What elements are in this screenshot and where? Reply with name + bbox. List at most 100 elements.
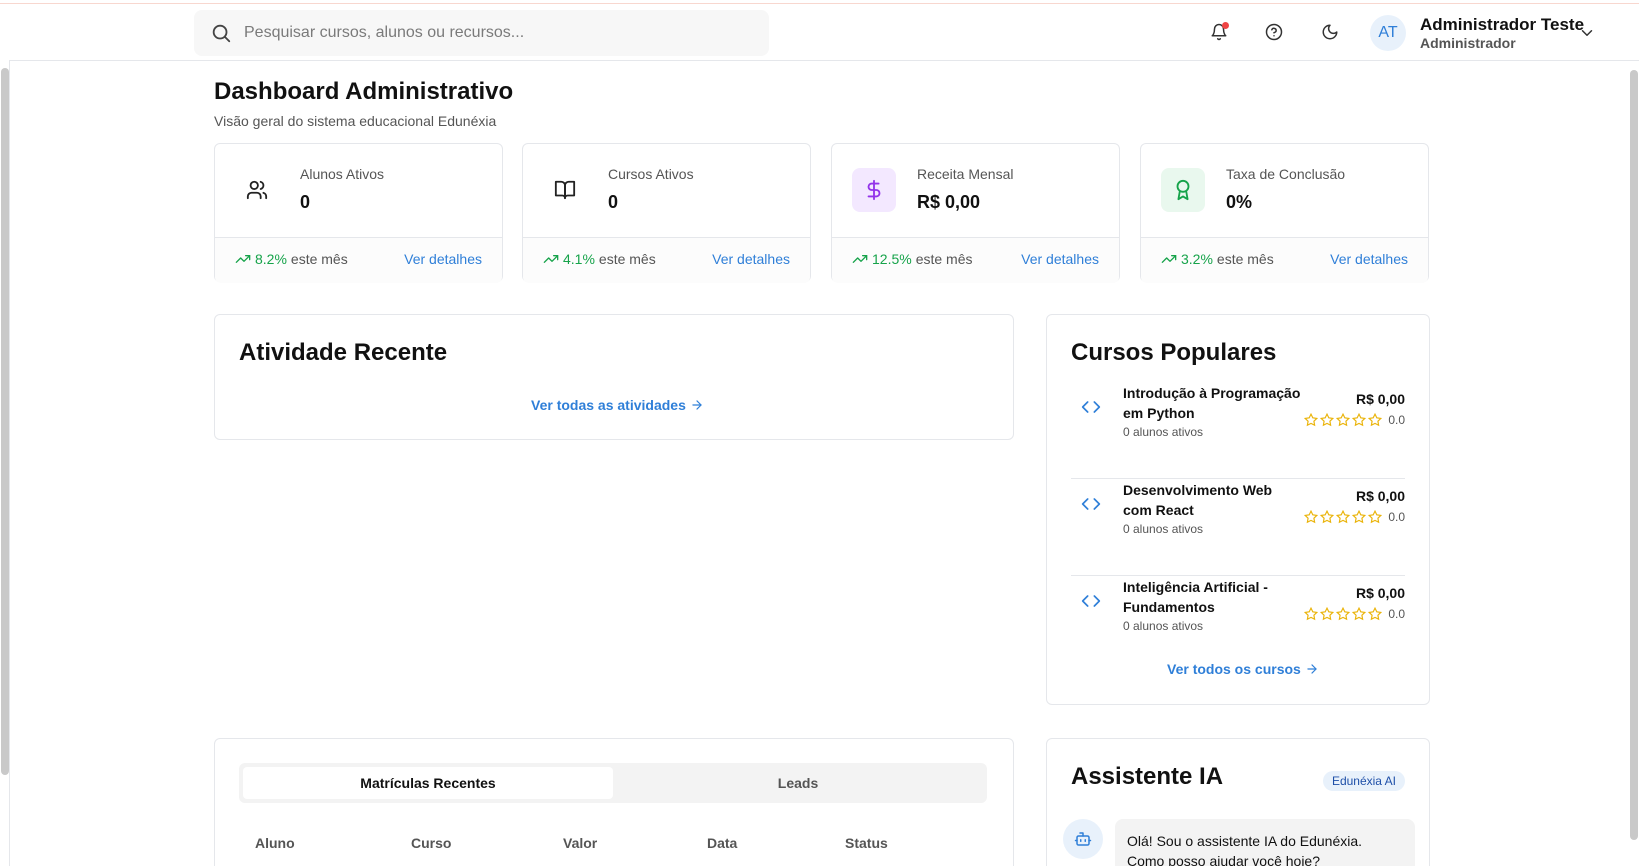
tab-leads[interactable]: Leads: [613, 767, 983, 799]
notification-badge: [1222, 22, 1229, 29]
stat-footer: 8.2% este mês Ver detalhes: [215, 237, 502, 283]
star-icon: [1336, 607, 1351, 621]
trend-percent: 4.1%: [563, 251, 595, 267]
stat-card-courses: Cursos Ativos 0 4.1% este mês Ver detalh…: [522, 143, 811, 283]
course-item[interactable]: Inteligência Artificial - Fundamentos 0 …: [1071, 577, 1405, 673]
left-scrollbar[interactable]: [1, 68, 9, 775]
stat-icon-container: [543, 168, 587, 212]
code-icon: [1081, 498, 1101, 510]
course-item[interactable]: Introdução à Programação em Python 0 alu…: [1071, 383, 1405, 479]
star-icon: [1336, 413, 1351, 427]
code-icon: [1081, 595, 1101, 607]
star-icon: [1304, 413, 1319, 427]
column-header-student[interactable]: Aluno: [255, 835, 295, 851]
search-bar[interactable]: [194, 10, 769, 56]
popular-courses-title: Cursos Populares: [1071, 339, 1277, 366]
stat-card-students: Alunos Ativos 0 8.2% este mês Ver detalh…: [214, 143, 503, 283]
star-icon: [1368, 607, 1383, 621]
stat-footer: 12.5% este mês Ver detalhes: [832, 237, 1119, 283]
trend-suffix: este mês: [598, 251, 656, 267]
course-rating: 0.0: [1304, 607, 1405, 621]
award-icon: [1176, 179, 1190, 201]
trend-percent: 8.2%: [255, 251, 287, 267]
course-rating: 0.0: [1304, 413, 1405, 427]
star-icon: [1368, 413, 1383, 427]
help-circle-icon: [1265, 23, 1283, 41]
star-icon: [1320, 510, 1335, 524]
trend-indicator: 4.1% este mês: [543, 251, 656, 267]
assistant-message: Olá! Sou o assistente IA do Edunéxia. Co…: [1115, 819, 1415, 866]
trending-up-icon: [235, 255, 251, 263]
course-price: R$ 0,00: [1355, 391, 1405, 407]
theme-toggle-button[interactable]: [1318, 20, 1342, 44]
trend-percent: 3.2%: [1181, 251, 1213, 267]
course-price: R$ 0,00: [1355, 585, 1405, 601]
star-icon: [1352, 510, 1367, 524]
dollar-icon: [867, 179, 881, 201]
course-students: 0 alunos ativos: [1123, 619, 1204, 633]
trend-indicator: 3.2% este mês: [1161, 251, 1274, 267]
page-title: Dashboard Administrativo: [214, 78, 514, 105]
column-header-status[interactable]: Status: [845, 835, 888, 851]
course-students: 0 alunos ativos: [1123, 425, 1204, 439]
course-name: Inteligência Artificial - Fundamentos: [1123, 579, 1268, 615]
arrow-right-icon: [1307, 664, 1317, 674]
column-header-value[interactable]: Valor: [563, 835, 597, 851]
trend-suffix: este mês: [290, 251, 348, 267]
ai-badge: Edunéxia AI: [1322, 771, 1405, 791]
trend-percent: 12.5%: [872, 251, 912, 267]
view-all-courses-link[interactable]: Ver todos os cursos: [1167, 661, 1319, 677]
moon-icon: [1322, 24, 1338, 40]
stat-label: Cursos Ativos: [608, 166, 694, 182]
stat-footer: 3.2% este mês Ver detalhes: [1141, 237, 1428, 283]
course-name: Desenvolvimento Web com React: [1123, 482, 1273, 518]
right-scrollbar[interactable]: [1630, 70, 1638, 840]
stat-icon-container: [235, 168, 279, 212]
trending-up-icon: [852, 255, 868, 263]
user-role: Administrador: [1420, 35, 1516, 51]
trending-up-icon: [543, 255, 559, 263]
popular-courses-card: Cursos Populares Introdução à Programaçã…: [1046, 314, 1430, 705]
users-icon: [246, 180, 268, 200]
view-details-link[interactable]: Ver detalhes: [1330, 251, 1408, 267]
top-border: [0, 0, 1639, 4]
stat-icon-container: [1161, 168, 1205, 212]
course-rating: 0.0: [1304, 510, 1405, 524]
view-details-link[interactable]: Ver detalhes: [404, 251, 482, 267]
stat-value: 0%: [1226, 192, 1253, 212]
tab-recent-enrollments[interactable]: Matrículas Recentes: [243, 767, 613, 799]
recent-activity-title: Atividade Recente: [239, 339, 448, 366]
help-button[interactable]: [1262, 20, 1286, 44]
stat-card-completion: Taxa de Conclusão 0% 3.2% este mês Ver d…: [1140, 143, 1429, 283]
search-input[interactable]: [244, 24, 744, 42]
avatar[interactable]: AT: [1370, 15, 1406, 51]
course-name: Introdução à Programação em Python: [1123, 385, 1301, 421]
view-details-link[interactable]: Ver detalhes: [712, 251, 790, 267]
star-icon: [1336, 510, 1351, 524]
column-header-date[interactable]: Data: [707, 835, 737, 851]
trend-suffix: este mês: [1216, 251, 1274, 267]
stat-value: 0: [300, 192, 311, 212]
recent-activity-card: Atividade Recente Ver todas as atividade…: [214, 314, 1014, 440]
bot-icon: [1074, 832, 1092, 846]
view-all-activities-link[interactable]: Ver todas as atividades: [531, 397, 704, 413]
stat-label: Alunos Ativos: [300, 166, 385, 182]
stat-card-revenue: Receita Mensal R$ 0,00 12.5% este mês Ve…: [831, 143, 1120, 283]
star-icon: [1320, 413, 1335, 427]
bot-avatar: [1063, 819, 1103, 859]
chevron-down-icon[interactable]: [1578, 24, 1596, 42]
page-subtitle: Visão geral do sistema educacional Eduné…: [214, 113, 497, 129]
notifications-button[interactable]: [1207, 20, 1231, 44]
trend-indicator: 12.5% este mês: [852, 251, 973, 267]
star-icon: [1352, 607, 1367, 621]
rating-value: 0.0: [1388, 413, 1405, 427]
arrow-right-icon: [692, 400, 702, 410]
star-icon: [1320, 607, 1335, 621]
stat-label: Receita Mensal: [917, 166, 1014, 182]
view-details-link[interactable]: Ver detalhes: [1021, 251, 1099, 267]
column-header-course[interactable]: Curso: [411, 835, 451, 851]
user-name[interactable]: Administrador Teste: [1420, 15, 1584, 35]
course-item[interactable]: Desenvolvimento Web com React 0 alunos a…: [1071, 480, 1405, 576]
stat-icon-container: [852, 168, 896, 212]
rating-value: 0.0: [1388, 607, 1405, 621]
